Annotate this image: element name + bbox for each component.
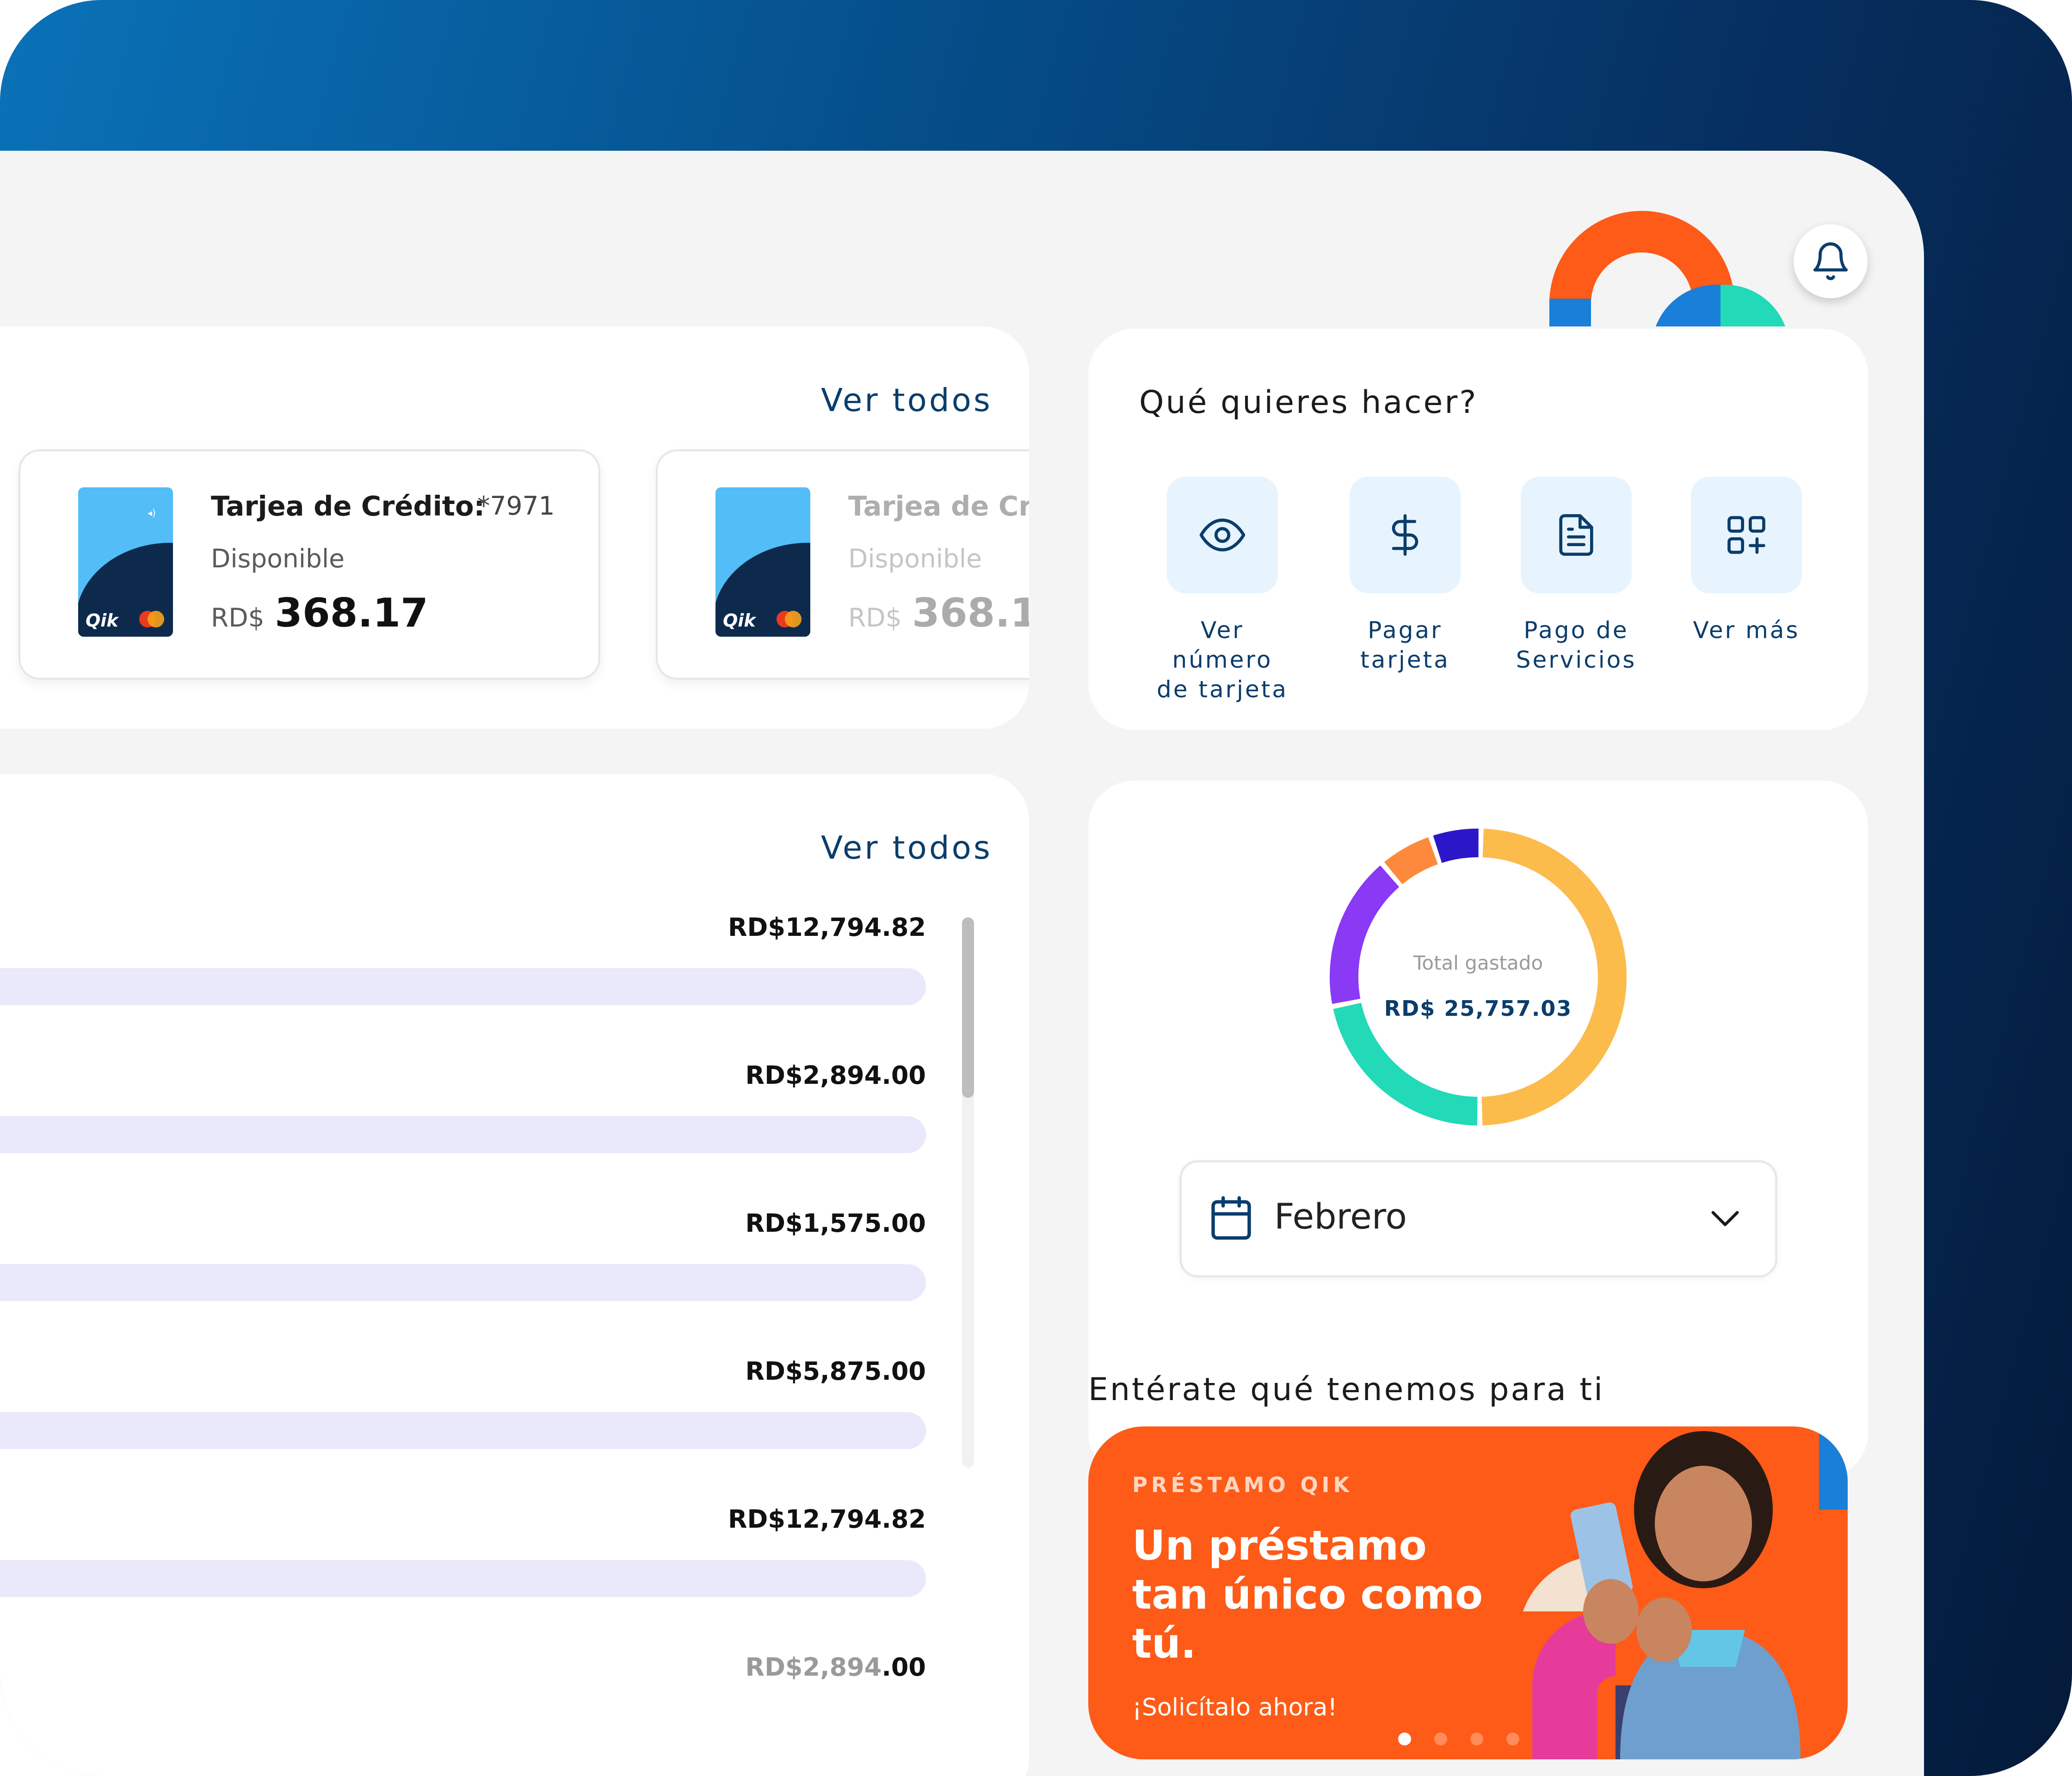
expense-amount: RD$5,875.00	[745, 1357, 926, 1386]
donut-center-value: RD$ 25,757.03	[1384, 996, 1572, 1021]
eye-icon	[1199, 518, 1246, 552]
expense-bar	[0, 1116, 926, 1153]
expense-amount: RD$2,894.00	[745, 1061, 926, 1090]
carousel-dot[interactable]	[1470, 1733, 1483, 1745]
card-brand-logo: Qik	[723, 610, 756, 631]
cards-panel: Ver todos ◂) Qik Tarjea de Crédito: *797…	[0, 326, 1029, 729]
expense-bar	[0, 1560, 926, 1597]
credit-card-item[interactable]: ◂) Qik Tarjea de Crédito: *7971 Disponib…	[18, 449, 600, 680]
donut-slice-4	[1433, 829, 1479, 863]
expense-amount: RD$2,894.00	[746, 1653, 926, 1682]
donut-slice-1	[1333, 1002, 1478, 1125]
action-view-card-number[interactable]: Ver número de tarjeta	[1135, 477, 1286, 703]
expense-amount-tail: .00	[882, 1653, 926, 1682]
scrollbar-thumb[interactable]	[962, 917, 974, 1098]
expense-bar	[0, 1412, 926, 1449]
card-available-amount: 368.17	[912, 590, 1029, 636]
expense-row[interactable]: RD$12,794.82	[0, 913, 926, 1042]
card-title: Tarjea de Crédito:	[211, 490, 485, 522]
credit-card-item[interactable]: Qik Tarjea de Cré Disponible RD$ 368.17	[656, 449, 1029, 680]
donut-slice-0	[1481, 829, 1627, 1125]
expense-row[interactable]: RD$2,894.00	[0, 1061, 926, 1190]
expense-bar	[0, 1264, 926, 1301]
device-frame: Ver todos ◂) Qik Tarjea de Crédito: *797…	[0, 0, 2072, 1776]
carousel-dot-active[interactable]	[1398, 1733, 1411, 1745]
month-select[interactable]: Febrero	[1179, 1160, 1777, 1278]
app-screen: Ver todos ◂) Qik Tarjea de Crédito: *797…	[0, 151, 1924, 1776]
calendar-icon	[1211, 1196, 1251, 1240]
action-pay-card[interactable]: Pagar tarjeta	[1317, 477, 1465, 689]
spending-donut-chart	[1330, 829, 1627, 1125]
expense-amount: RD$12,794.82	[728, 913, 926, 942]
action-tile	[1691, 477, 1802, 593]
carousel-dot[interactable]	[1434, 1733, 1447, 1745]
expense-bar	[0, 968, 926, 1005]
grid-plus-icon	[1727, 516, 1765, 554]
cards-see-all-link[interactable]: Ver todos	[821, 382, 993, 419]
expense-list: RD$12,794.82 RD$2,894.00 RD$1,575.00 RD$…	[0, 774, 926, 1776]
dollar-icon	[1392, 514, 1418, 556]
actions-title: Qué quieres hacer?	[1139, 384, 1478, 421]
promo-section-title: Entérate qué tenemos para ti	[1088, 1371, 1604, 1408]
card-currency: RD$	[211, 603, 265, 633]
card-status: Disponible	[211, 544, 345, 573]
action-label: Ver más	[1693, 617, 1800, 644]
document-icon	[1559, 514, 1593, 556]
expense-amount: RD$1,575.00	[745, 1209, 926, 1238]
card-number-mask: *7971	[477, 491, 555, 521]
card-available-amount: 368.17	[275, 590, 428, 636]
brand-logo-shapes	[1549, 211, 1785, 326]
notification-button[interactable]	[1794, 224, 1868, 298]
card-currency: RD$	[848, 603, 902, 633]
card-title: Tarjea de Cré	[848, 490, 1029, 522]
card-thumbnail: ◂) Qik	[78, 487, 173, 637]
action-see-more[interactable]: Ver más	[1659, 477, 1807, 689]
expense-row[interactable]: RD$5,875.00	[0, 1357, 926, 1486]
expense-row[interactable]: RD$12,794.82	[0, 1505, 926, 1634]
scrollbar-track[interactable]	[962, 917, 974, 1468]
expenses-panel: Ver todos RD$12,794.82 RD$2,894.00 RD$1,…	[0, 774, 1029, 1776]
card-brand-logo: Qik	[86, 610, 118, 631]
month-select-value: Febrero	[1274, 1196, 1407, 1237]
action-tile	[1167, 477, 1278, 593]
bell-icon	[1813, 242, 1848, 280]
expense-amount: RD$12,794.82	[728, 1505, 926, 1534]
action-label: Pago de Servicios	[1516, 617, 1637, 673]
expense-row[interactable]: RD$2,894.00	[0, 1653, 926, 1708]
card-status: Disponible	[848, 544, 982, 573]
donut-slice-2	[1330, 865, 1400, 1004]
actions-panel: Qué quieres hacer? Ver númerode tarjeta	[1088, 329, 1868, 730]
action-label: Ver número de tarjeta	[1156, 617, 1289, 703]
promo-banner[interactable]: PRÉSTAMO QIK Un préstamo tan único como …	[1088, 1426, 1848, 1759]
action-label: Pagar tarjeta	[1360, 617, 1450, 673]
action-tile	[1521, 477, 1632, 593]
svg-text:◂): ◂)	[148, 507, 156, 518]
action-pay-services[interactable]: Pago de Servicios	[1488, 477, 1636, 689]
expense-amount-faded: RD$2,894	[745, 1653, 882, 1682]
carousel-dot[interactable]	[1506, 1733, 1519, 1745]
expense-row[interactable]: RD$1,575.00	[0, 1209, 926, 1338]
donut-slice-3	[1384, 837, 1438, 885]
carousel-dots	[1088, 1426, 1848, 1759]
card-thumbnail: Qik	[715, 487, 810, 637]
chevron-down-icon	[1711, 1211, 1739, 1226]
action-tile	[1350, 477, 1461, 593]
donut-center-label: Total gastado	[1413, 952, 1543, 974]
